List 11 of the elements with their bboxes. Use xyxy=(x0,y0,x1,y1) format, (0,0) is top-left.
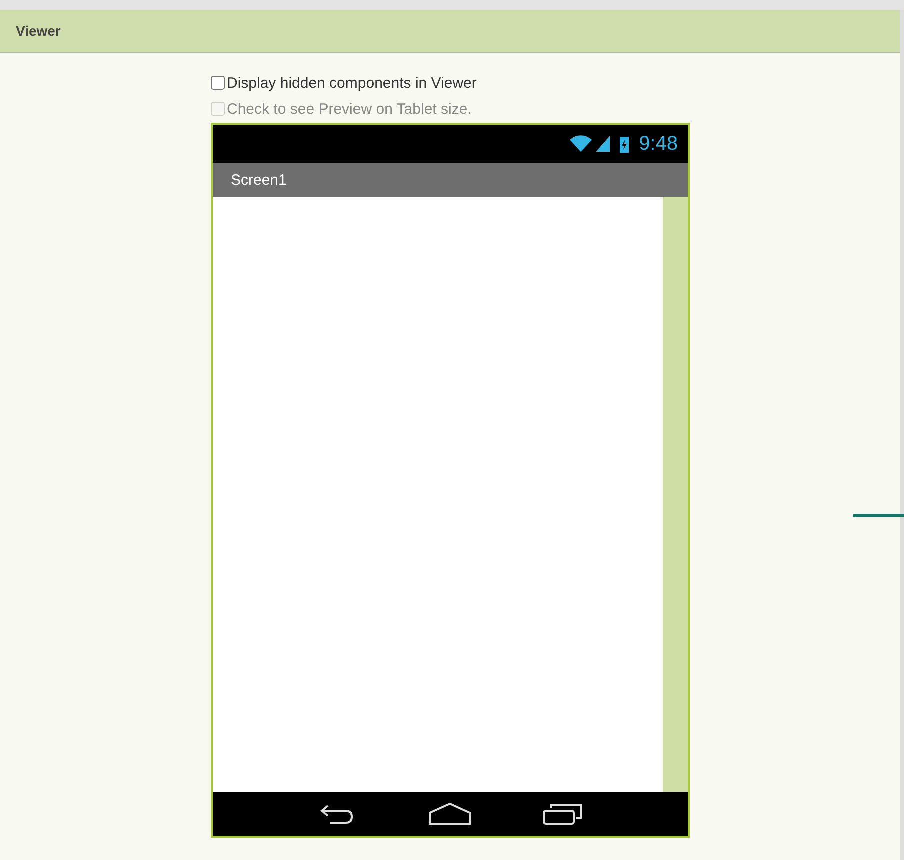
wifi-icon xyxy=(570,135,592,153)
checkbox-label: Check to see Preview on Tablet size. xyxy=(227,100,472,118)
home-icon[interactable] xyxy=(426,802,472,826)
signal-icon xyxy=(596,136,610,152)
screen-title: Screen1 xyxy=(231,172,287,188)
checkbox[interactable] xyxy=(211,76,225,90)
checkbox-label: Display hidden components in Viewer xyxy=(227,74,477,92)
clock-time: 9:48 xyxy=(639,132,678,156)
recent-apps-icon[interactable] xyxy=(542,802,584,826)
battery-icon xyxy=(620,136,630,152)
panel-title: Viewer xyxy=(16,23,61,39)
